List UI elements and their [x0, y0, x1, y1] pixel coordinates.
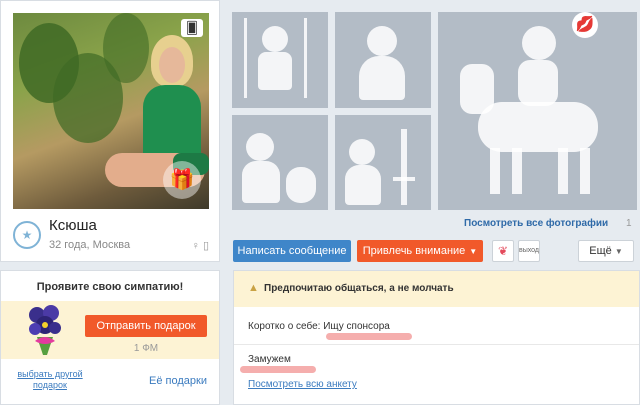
sympathy-title: Проявите свою симпатию!: [36, 281, 184, 293]
more-button[interactable]: Ещё ▼: [578, 240, 634, 262]
preference-text: Предпочитаю общаться, а не молчать: [264, 283, 454, 294]
view-full-profile-link[interactable]: Посмотреть всю анкету: [248, 379, 357, 390]
choose-other-gift-link[interactable]: выбрать другой подарок: [15, 369, 85, 391]
exit-button[interactable]: выход: [518, 240, 540, 262]
attract-attention-label: Привлечь внимание: [362, 245, 466, 257]
preference-bar: ▲ Предпочитаю общаться, а не молчать: [234, 271, 639, 307]
photo-placeholder-cat[interactable]: [232, 115, 328, 210]
marital-status: Замужем: [248, 354, 291, 365]
profile-card: 🂠 🎁 ★ Ксюша 32 года, Москва ♀ ▯: [0, 0, 220, 262]
user-name: Ксюша: [49, 217, 97, 234]
star-icon: ★: [13, 221, 41, 249]
highlight-stroke: [240, 366, 316, 373]
profile-photo[interactable]: 🂠 🎁: [13, 13, 209, 209]
her-gifts-link[interactable]: Её подарки: [149, 375, 207, 387]
write-message-button[interactable]: Написать сообщение: [233, 240, 351, 262]
flower-bouquet-icon: [29, 305, 61, 355]
gift-offer: Отправить подарок 1 ФМ: [1, 301, 219, 359]
attract-attention-button[interactable]: Привлечь внимание ▼: [357, 240, 483, 262]
sympathy-card: Проявите свою симпатию! Отправить подаро…: [0, 270, 220, 405]
highlight-stroke: [326, 333, 412, 340]
chevron-down-icon: ▼: [614, 247, 623, 256]
lips-icon[interactable]: 💋: [572, 12, 598, 38]
hearts-icon[interactable]: ❦: [492, 240, 514, 262]
gift-icon[interactable]: 🎁: [163, 161, 201, 199]
send-gift-button[interactable]: Отправить подарок: [85, 315, 207, 337]
about-panel: ▲ Предпочитаю общаться, а не молчать Кор…: [233, 270, 640, 405]
about-self: Коротко о себе: Ищу спонсора: [248, 321, 390, 332]
pin-icon: ▲: [248, 282, 259, 294]
user-age-city: 32 года, Москва: [49, 239, 131, 251]
photo-count: 1: [626, 218, 632, 229]
photo-placeholder-swing[interactable]: [232, 12, 328, 108]
photo-placeholder-girl[interactable]: [335, 12, 431, 108]
photo-cards-icon[interactable]: 🂠: [181, 19, 203, 37]
more-label: Ещё: [589, 245, 612, 257]
chevron-down-icon: ▼: [469, 247, 478, 256]
photo-placeholder-pony[interactable]: [438, 12, 637, 210]
profile-name-row: ★ Ксюша 32 года, Москва ♀ ▯: [13, 215, 209, 255]
divider: [234, 344, 639, 345]
gender-device-icons: ♀ ▯: [191, 240, 209, 252]
view-all-photos-link[interactable]: Посмотреть все фотографии: [464, 218, 608, 229]
photo-placeholder-eiffel[interactable]: [335, 115, 431, 210]
gift-price: 1 ФМ: [133, 343, 159, 354]
